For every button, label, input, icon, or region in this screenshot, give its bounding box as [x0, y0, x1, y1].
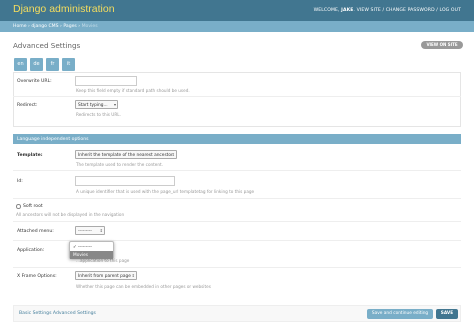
application-option-movies[interactable]: Movies [70, 251, 113, 259]
language-tab-de[interactable]: de [30, 58, 43, 71]
xframe-help: Whether this page can be embedded in oth… [76, 284, 211, 289]
xframe-value: Inherit from parent page [78, 273, 131, 279]
redirect-help: Redirects to this URL. [76, 112, 121, 117]
application-dropdown[interactable]: ✓ --------- Movies [69, 241, 114, 259]
language-tab-fr[interactable]: fr [46, 58, 59, 71]
view-on-site-button[interactable]: VIEW ON SITE [421, 41, 463, 49]
template-value: Inherit the template of the nearest ance… [78, 152, 173, 158]
breadcrumb-pages[interactable]: Pages [63, 24, 77, 29]
header-bar: Django administration WELCOME, JAKE. VIE… [0, 0, 474, 21]
welcome-text: WELCOME, [313, 8, 340, 13]
redirect-value: Start typing... [78, 102, 108, 108]
user-tools: WELCOME, JAKE. VIEW SITE / CHANGE PASSWO… [314, 8, 461, 13]
username: JAKE [341, 8, 354, 13]
divider [13, 170, 461, 171]
template-select[interactable]: Inherit the template of the nearest ance… [75, 150, 177, 159]
soft-root-help: All ancestors will not be displayed in t… [16, 212, 125, 217]
save-continue-button[interactable]: Save and continue editing [367, 309, 433, 319]
attached-menu-select[interactable]: --------- ⇕ [75, 226, 105, 235]
template-help: The template used to render the content. [76, 162, 164, 167]
breadcrumb-current: Movies [81, 24, 98, 29]
redirect-select[interactable]: Start typing... ▾ [75, 100, 118, 109]
divider [13, 267, 461, 268]
save-button[interactable]: SAVE [436, 309, 458, 319]
settings-links[interactable]: Basic Settings Advanced Settings [19, 311, 96, 316]
page-title: Advanced Settings [13, 41, 81, 50]
language-tab-it[interactable]: it [62, 58, 75, 71]
divider [13, 198, 461, 199]
select-arrows-icon: ⇕ [99, 228, 103, 233]
language-tab-en[interactable]: en [14, 58, 27, 71]
soft-root-checkbox[interactable] [16, 204, 21, 209]
overwrite-url-help: Keep this field empty if standard path s… [76, 88, 190, 93]
attached-menu-label: Attached menu: [17, 229, 54, 234]
divider [13, 221, 461, 222]
id-help: A unique identifier that is used with th… [76, 189, 255, 194]
xframe-select[interactable]: Inherit from parent page ⇕ [75, 271, 137, 280]
section-header: Language independent options [13, 134, 461, 144]
submit-row: Basic Settings Advanced Settings Save an… [13, 305, 461, 322]
xframe-label: X Frame Options: [17, 274, 57, 279]
redirect-label: Redirect: [17, 103, 38, 108]
id-input[interactable] [75, 176, 175, 186]
overwrite-url-input[interactable] [75, 76, 137, 86]
breadcrumb-home[interactable]: Home [13, 24, 27, 29]
site-title[interactable]: Django administration [13, 3, 115, 15]
template-label: Template: [17, 153, 43, 158]
select-arrows-icon: ⇕ [131, 273, 135, 278]
id-label: Id: [17, 179, 23, 184]
select-arrows-icon: ⇕ [171, 152, 175, 157]
user-links[interactable]: . VIEW SITE / CHANGE PASSWORD / LOG OUT [354, 8, 461, 13]
divider [13, 96, 461, 97]
select-arrows-icon: ▾ [113, 102, 116, 107]
soft-root-label: Soft root [23, 204, 43, 209]
breadcrumb-cms[interactable]: django CMS [31, 24, 58, 29]
attached-menu-value: --------- [78, 228, 92, 234]
breadcrumb: Home › django CMS › Pages › Movies [0, 21, 474, 32]
application-option-empty[interactable]: ✓ --------- [70, 243, 113, 251]
application-label: Application: [17, 248, 45, 253]
overwrite-url-label: Overwrite URL: [17, 79, 52, 84]
